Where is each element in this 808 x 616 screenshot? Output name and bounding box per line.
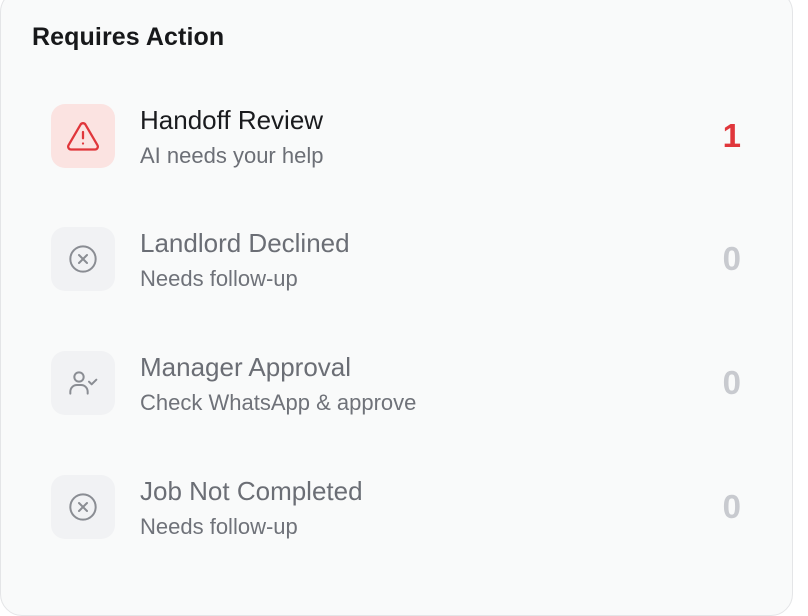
action-item-job-not-completed[interactable]: Job Not Completed Needs follow-up 0 xyxy=(39,458,771,558)
action-item-count: 0 xyxy=(722,364,741,401)
handoff-review-icon-box xyxy=(51,104,115,168)
x-circle-icon xyxy=(69,493,97,521)
action-item-handoff-review[interactable]: Handoff Review AI needs your help 1 xyxy=(39,87,771,187)
action-item-manager-approval[interactable]: Manager Approval Check WhatsApp & approv… xyxy=(39,334,771,434)
x-circle-icon xyxy=(69,245,97,273)
requires-action-panel: Requires Action Handoff Review AI needs … xyxy=(0,0,793,616)
action-item-landlord-declined[interactable]: Landlord Declined Needs follow-up 0 xyxy=(39,210,771,310)
action-item-count: 1 xyxy=(722,117,741,154)
action-item-title: Handoff Review xyxy=(140,105,324,135)
action-item-subtitle: Check WhatsApp & approve xyxy=(140,390,417,415)
action-item-subtitle: Needs follow-up xyxy=(140,266,298,291)
warning-triangle-icon xyxy=(67,122,99,151)
action-item-subtitle: Needs follow-up xyxy=(140,514,298,539)
action-item-title: Manager Approval xyxy=(140,352,352,382)
action-item-count: 0 xyxy=(722,240,741,277)
action-item-title: Job Not Completed xyxy=(140,476,363,506)
panel-title: Requires Action xyxy=(32,23,225,51)
job-not-completed-icon-box xyxy=(51,475,115,539)
action-item-count: 0 xyxy=(722,488,741,525)
user-check-icon xyxy=(69,371,98,395)
landlord-declined-icon-box xyxy=(51,227,115,291)
action-item-subtitle: AI needs your help xyxy=(140,143,324,168)
manager-approval-icon-box xyxy=(51,351,115,415)
action-item-title: Landlord Declined xyxy=(140,228,350,258)
